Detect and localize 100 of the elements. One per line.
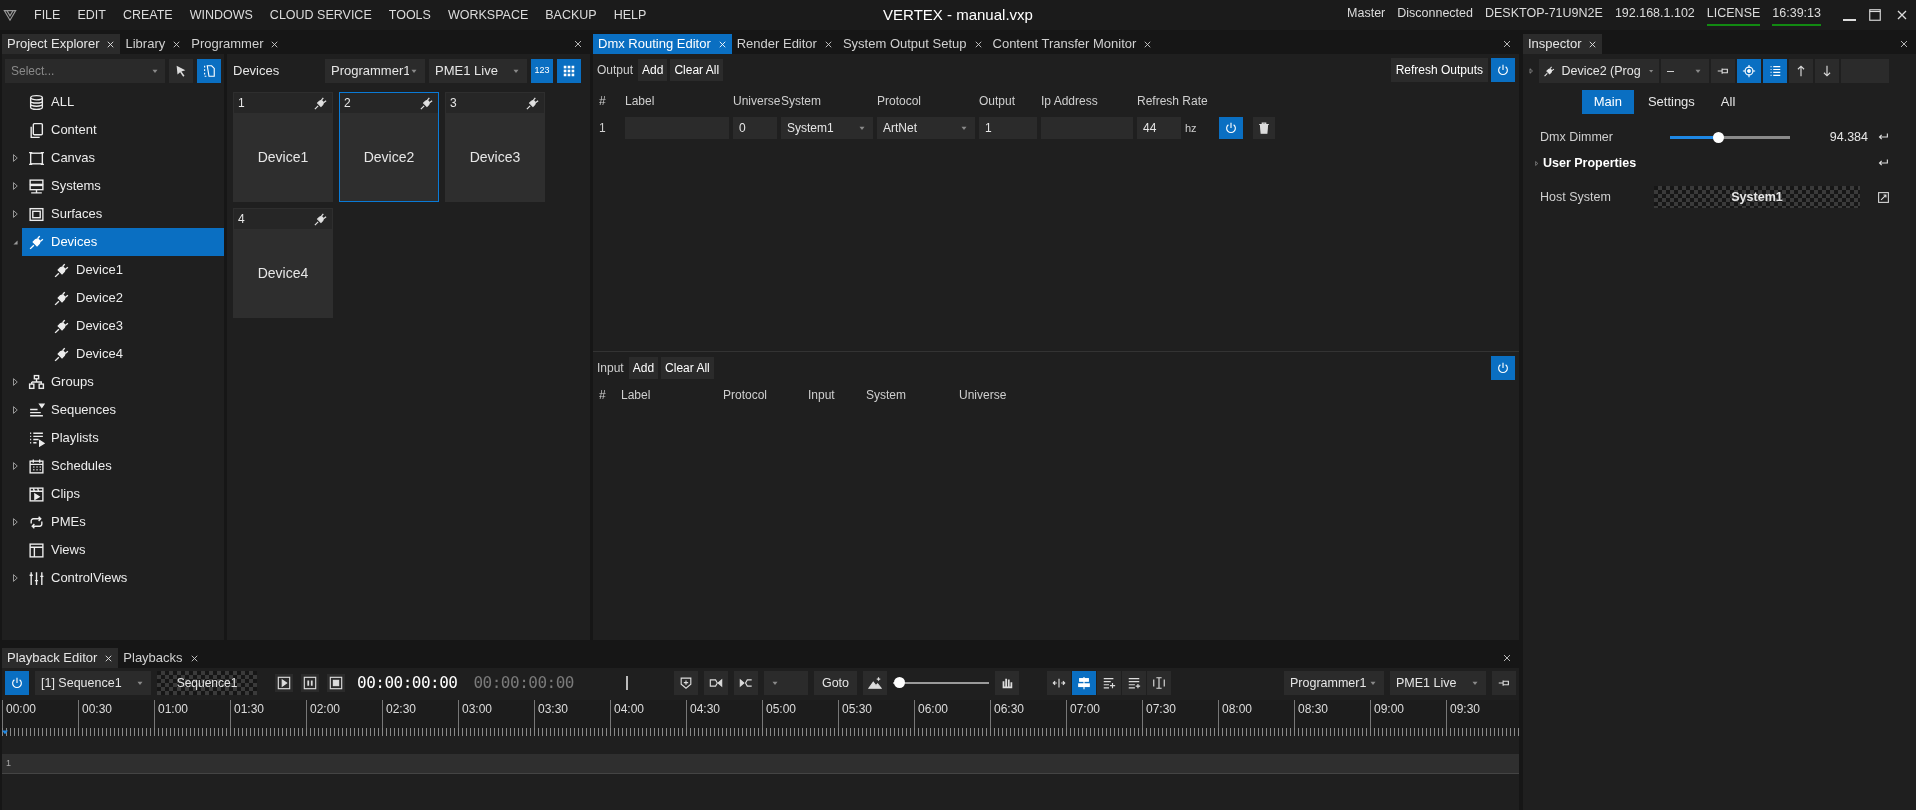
pme-dropdown[interactable]: PME1 Live <box>429 59 527 83</box>
tree-item[interactable]: Playlists <box>22 424 224 452</box>
toolbar-button[interactable]: Add <box>628 357 659 379</box>
tab[interactable]: System Output Setup <box>837 34 988 54</box>
tree-item[interactable]: Content <box>22 116 224 144</box>
search-field[interactable]: Select... <box>5 59 165 83</box>
slider-thumb[interactable] <box>893 677 905 688</box>
tree-item[interactable]: Device3 <box>47 312 224 340</box>
square-icon <box>28 205 45 223</box>
tab[interactable]: All <box>1708 90 1748 114</box>
tree-item[interactable]: Sequences <box>22 396 224 424</box>
tree-item[interactable]: ControlViews <box>22 564 224 592</box>
menu-item[interactable]: TOOLS <box>388 5 431 25</box>
menu-item[interactable]: CLOUD SERVICE <box>269 5 372 25</box>
tab[interactable]: Content Transfer Monitor <box>987 34 1158 54</box>
device-tile[interactable]: 2 Device2 <box>339 92 439 202</box>
menu-item[interactable]: BACKUP <box>545 5 597 25</box>
grid-view-button[interactable] <box>557 59 581 83</box>
list-icon <box>1768 64 1782 78</box>
tree-item[interactable]: Device4 <box>47 340 224 368</box>
align-button[interactable] <box>1072 671 1097 695</box>
power-button[interactable] <box>1491 58 1515 82</box>
track-row[interactable]: 1 <box>2 754 1519 774</box>
tree-item[interactable]: Device2 <box>47 284 224 312</box>
tree-item[interactable]: Devices <box>22 228 224 256</box>
power-button[interactable] <box>1219 117 1243 139</box>
move-down-button[interactable] <box>1815 59 1839 83</box>
locate-button[interactable] <box>197 59 221 83</box>
plug-icon <box>525 95 540 111</box>
tree-item[interactable]: Groups <box>22 368 224 396</box>
tab[interactable]: Playbacks <box>118 648 204 668</box>
play-button[interactable] <box>275 674 293 692</box>
menu-item[interactable]: WINDOWS <box>189 5 253 25</box>
tree-item[interactable]: PMEs <box>22 508 224 536</box>
tab[interactable]: Playback Editor <box>2 648 119 668</box>
universe-field[interactable]: 0 <box>733 117 777 139</box>
tree-item[interactable]: Surfaces <box>22 200 224 228</box>
pin-button[interactable] <box>1711 59 1735 83</box>
target-button[interactable] <box>1737 59 1761 83</box>
sequence-dropdown[interactable]: [1] Sequence1 <box>35 671 151 695</box>
rename-button[interactable] <box>1147 671 1172 695</box>
mode-dropdown[interactable]: – <box>1661 59 1709 83</box>
tab[interactable]: Dmx Routing Editor <box>593 34 732 54</box>
pme-dropdown[interactable]: PME1 Live <box>1390 671 1486 695</box>
menu-item[interactable]: WORKSPACE <box>447 5 529 25</box>
pin-button[interactable] <box>1492 671 1516 695</box>
hand-button[interactable] <box>995 671 1020 695</box>
pause-button[interactable] <box>301 674 319 692</box>
object-dropdown[interactable]: Device2 (Prog <box>1539 59 1659 83</box>
refresh-rate-field[interactable]: 44 <box>1137 117 1181 139</box>
programmer-dropdown[interactable]: Programmer1 <box>1284 671 1384 695</box>
menu-item[interactable]: HELP <box>613 5 647 25</box>
menu-item[interactable]: CREATE <box>122 5 173 25</box>
image-button[interactable] <box>863 671 888 695</box>
move-up-button[interactable] <box>1789 59 1813 83</box>
tree-item[interactable]: ALL <box>22 88 224 116</box>
tree-item[interactable]: Systems <box>22 172 224 200</box>
tab[interactable]: Programmer <box>186 34 285 54</box>
goto-button[interactable]: Goto <box>813 671 858 695</box>
output-field[interactable]: 1 <box>979 117 1037 139</box>
toolbar-button[interactable]: Add <box>638 59 668 81</box>
tree-item[interactable]: Device1 <box>47 256 224 284</box>
list-button[interactable] <box>1763 59 1787 83</box>
previous-cue-button[interactable] <box>703 671 728 695</box>
tab[interactable]: Render Editor <box>731 34 838 54</box>
stop-button[interactable] <box>327 674 345 692</box>
fit-button[interactable] <box>1047 671 1072 695</box>
refresh-button[interactable]: Refresh Outputs <box>1390 58 1488 82</box>
tab[interactable]: Main <box>1581 90 1634 114</box>
tree-item[interactable]: Canvas <box>22 144 224 172</box>
next-cue-button[interactable] <box>733 671 758 695</box>
timecode: 00:00:00:00 <box>357 672 458 694</box>
host-system-field[interactable]: System1 <box>1654 186 1860 208</box>
toolbar-button[interactable]: Clear All <box>670 59 724 81</box>
tree-item[interactable]: Schedules <box>22 452 224 480</box>
power-button[interactable] <box>1491 356 1515 380</box>
tab[interactable]: Library <box>120 34 187 54</box>
power-button[interactable] <box>5 671 29 695</box>
protocol-dropdown[interactable]: ArtNet <box>877 117 975 139</box>
toolbar-button[interactable]: Clear All <box>661 357 714 379</box>
device-tile[interactable]: 4 Device4 <box>233 208 333 318</box>
select-button[interactable] <box>169 59 193 83</box>
device-tile[interactable]: 1 Device1 <box>233 92 333 202</box>
section-label: Output <box>597 62 634 79</box>
menu-item[interactable]: EDIT <box>77 5 106 25</box>
zoom-slider[interactable] <box>893 676 990 690</box>
slider-thumb[interactable] <box>1713 131 1724 143</box>
numbers-button[interactable]: 123 <box>531 59 553 83</box>
device-tile[interactable]: 3 Device3 <box>445 92 545 202</box>
tab[interactable]: Project Explorer <box>2 34 121 54</box>
sequence-name-field[interactable]: Sequence1 <box>157 671 257 695</box>
system-dropdown[interactable]: System1 <box>781 117 873 139</box>
menu-item[interactable]: FILE <box>34 5 61 25</box>
tab[interactable]: Inspector <box>1523 34 1603 54</box>
add-cue-button[interactable] <box>673 671 698 695</box>
delete-button[interactable] <box>1253 117 1275 139</box>
tree-item[interactable]: Views <box>22 536 224 564</box>
programmer-dropdown[interactable]: Programmer1 <box>325 59 425 83</box>
tree-item[interactable]: Clips <box>22 480 224 508</box>
tab[interactable]: Settings <box>1635 90 1707 114</box>
